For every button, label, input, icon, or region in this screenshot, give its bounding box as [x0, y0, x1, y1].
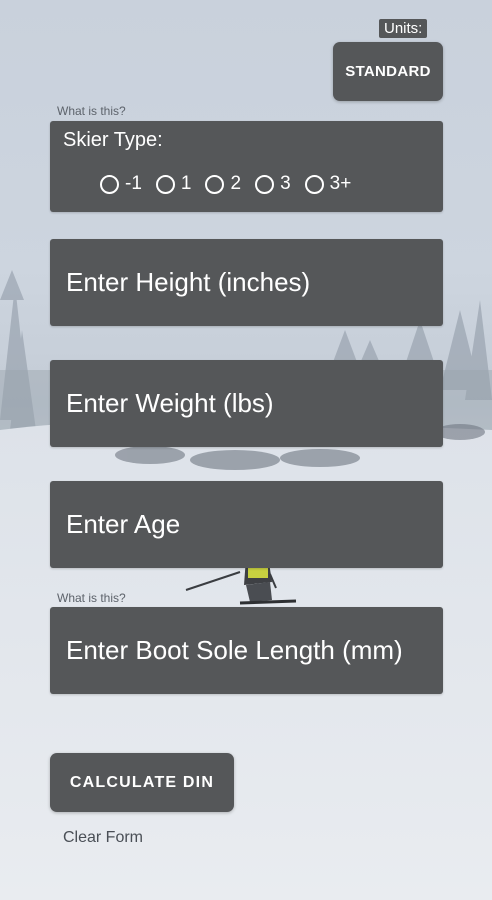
radio-skier-type-3plus[interactable]: 3+ — [304, 173, 352, 195]
radio-skier-type-2[interactable]: 2 — [205, 173, 241, 195]
calculate-din-button[interactable]: CALCULATE DIN — [50, 753, 234, 812]
units-toggle-button[interactable]: STANDARD — [333, 42, 443, 101]
radio-skier-type-1[interactable]: 1 — [155, 173, 192, 195]
skier-type-help-link[interactable]: What is this? — [57, 104, 126, 118]
units-label: Units: — [379, 19, 428, 38]
skier-type-panel: Skier Type: -1 1 2 3 3+ — [50, 121, 443, 212]
boot-sole-length-placeholder: Enter Boot Sole Length (mm) — [66, 635, 403, 665]
age-input[interactable]: Enter Age — [50, 481, 443, 568]
height-input[interactable]: Enter Height (inches) — [50, 239, 443, 326]
age-placeholder: Enter Age — [66, 509, 181, 539]
radio-label: 3+ — [329, 173, 352, 194]
radio-label: 3 — [280, 173, 291, 194]
radio-skier-type-minus1[interactable]: -1 — [100, 173, 142, 195]
clear-form-link[interactable]: Clear Form — [63, 829, 143, 847]
height-placeholder: Enter Height (inches) — [66, 267, 311, 297]
radio-circle-icon — [304, 174, 324, 194]
radio-label: -1 — [125, 173, 142, 194]
radio-circle-icon — [155, 174, 175, 194]
radio-label: 1 — [180, 173, 192, 194]
boot-sole-help-link[interactable]: What is this? — [57, 591, 126, 605]
skier-type-title: Skier Type: — [63, 129, 163, 151]
weight-placeholder: Enter Weight (lbs) — [66, 388, 274, 418]
radio-circle-icon — [100, 174, 119, 194]
radio-circle-icon — [255, 174, 275, 194]
weight-input[interactable]: Enter Weight (lbs) — [50, 360, 443, 447]
radio-skier-type-3[interactable]: 3 — [255, 173, 291, 195]
radio-label: 2 — [230, 173, 242, 194]
radio-circle-icon — [205, 174, 225, 194]
boot-sole-length-input[interactable]: Enter Boot Sole Length (mm) — [50, 607, 443, 694]
skier-type-radio-group: -1 1 2 3 3+ — [100, 173, 365, 195]
